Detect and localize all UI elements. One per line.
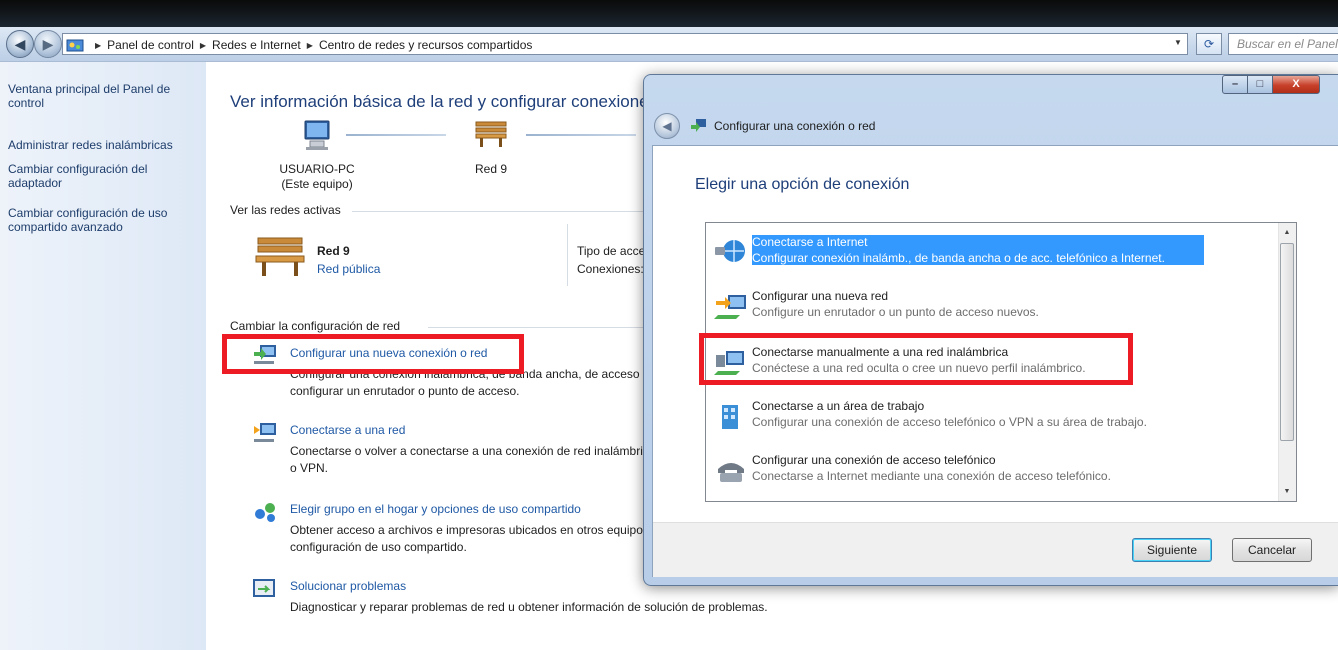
- address-dropdown-icon[interactable]: ▼: [1174, 38, 1182, 47]
- sidebar-item-control-panel-home[interactable]: Ventana principal del Panel de control: [8, 82, 198, 110]
- breadcrumb-item-network-center[interactable]: Centro de redes y recursos compartidos: [319, 38, 532, 52]
- window-top-band: [0, 0, 1338, 27]
- control-panel-icon: [66, 39, 84, 52]
- dialog-back-button[interactable]: ◀: [654, 113, 680, 139]
- task-desc-homegroup: Obtener acceso a archivos e impresoras u…: [290, 523, 648, 537]
- network-node-name: Red 9: [474, 162, 508, 176]
- sidebar-item-manage-wireless[interactable]: Administrar redes inalámbricas: [8, 138, 198, 152]
- list-scrollbar[interactable]: ▲ ▼: [1278, 223, 1296, 501]
- computer-subtitle: (Este equipo): [281, 177, 353, 191]
- option-title: Conectarse a Internet: [752, 235, 868, 249]
- nav-buttons: ◀ ▶: [6, 30, 62, 58]
- active-networks-label: Ver las redes activas: [230, 203, 341, 217]
- dialog-heading: Elegir una opción de conexión: [695, 176, 910, 193]
- divider: [352, 211, 652, 212]
- breadcrumb-item-network-internet[interactable]: Redes e Internet: [212, 38, 301, 52]
- setup-connection-dialog: – □ X ◀ Configurar una conexión o red El…: [643, 74, 1338, 586]
- breadcrumb: ▶ Panel de control ▶ Redes e Internet ▶ …: [66, 36, 532, 54]
- change-settings-label: Cambiar la configuración de red: [230, 319, 401, 333]
- task-link-connect-network[interactable]: Conectarse a una red: [290, 423, 405, 437]
- new-network-icon: [714, 295, 746, 319]
- chevron-right-icon: ▶: [199, 40, 207, 50]
- task-link-homegroup[interactable]: Elegir grupo en el hogar y opciones de u…: [290, 502, 581, 516]
- workplace-icon: [722, 405, 738, 429]
- network-type-link[interactable]: Red pública: [317, 262, 380, 276]
- dialog-footer: Siguiente Cancelar: [653, 522, 1338, 577]
- list-item[interactable]: Configurar una nueva red Configure un en…: [708, 281, 1274, 331]
- annotation-highlight-box: [699, 333, 1133, 385]
- breadcrumb-item-control-panel[interactable]: Panel de control: [107, 38, 194, 52]
- dialog-title: Configurar una conexión o red: [714, 119, 876, 133]
- cancel-button[interactable]: Cancelar: [1232, 538, 1312, 562]
- option-desc: Configurar una conexión de acceso telefó…: [752, 415, 1147, 429]
- option-desc: Conectarse a Internet mediante una conex…: [752, 469, 1111, 483]
- sidebar-item-advanced-sharing[interactable]: Cambiar configuración de uso compartido …: [8, 206, 198, 234]
- network-node: Red 9: [454, 162, 528, 177]
- next-button[interactable]: Siguiente: [1132, 538, 1212, 562]
- task-desc-new-connection-2: configurar un enrutador o punto de acces…: [290, 384, 520, 398]
- task-desc-homegroup-2: configuración de uso compartido.: [290, 540, 467, 554]
- list-item[interactable]: Conectarse a un área de trabajo Configur…: [708, 391, 1274, 441]
- bench-icon: [475, 121, 507, 147]
- close-button[interactable]: X: [1272, 75, 1320, 94]
- task-link-troubleshoot[interactable]: Solucionar problemas: [290, 579, 406, 593]
- chevron-right-icon: ▶: [306, 40, 313, 50]
- connect-network-icon: [254, 423, 276, 442]
- sidebar: Ventana principal del Panel de control A…: [0, 62, 206, 650]
- page-title: Ver información básica de la red y confi…: [230, 92, 658, 111]
- option-desc: Configure un enrutador o un punto de acc…: [752, 305, 1039, 319]
- task-desc-troubleshoot: Diagnosticar y reparar problemas de red …: [290, 600, 768, 614]
- back-button[interactable]: ◀: [6, 30, 34, 58]
- vertical-divider: [567, 224, 568, 286]
- sidebar-item-adapter-settings[interactable]: Cambiar configuración del adaptador: [8, 162, 198, 190]
- connections-label: Conexiones:: [577, 262, 644, 276]
- chevron-right-icon: ▶: [95, 40, 102, 50]
- computer-name: USUARIO-PC: [279, 162, 355, 176]
- option-desc: Configurar conexión inalámb., de banda a…: [752, 251, 1165, 265]
- task-desc-connect-network-2: o VPN.: [290, 461, 329, 475]
- forward-button[interactable]: ▶: [34, 30, 62, 58]
- task-desc-connect-network: Conectarse o volver a conectarse a una c…: [290, 444, 648, 458]
- minimize-button[interactable]: –: [1222, 75, 1248, 94]
- scroll-up-icon[interactable]: ▲: [1279, 224, 1295, 241]
- refresh-button[interactable]: ⟳: [1196, 33, 1222, 55]
- scroll-down-icon[interactable]: ▼: [1279, 483, 1295, 500]
- list-item[interactable]: Configurar una conexión de acceso telefó…: [708, 445, 1274, 495]
- annotation-highlight-box: [222, 334, 524, 374]
- list-item[interactable]: Conectarse a Internet Configurar conexió…: [708, 227, 1274, 277]
- troubleshoot-icon: [253, 579, 275, 597]
- globe-icon: [715, 240, 745, 262]
- option-title: Configurar una nueva red: [752, 289, 889, 303]
- divider: [428, 327, 668, 328]
- option-title: Conectarse a un área de trabajo: [752, 399, 925, 413]
- computer-icon: [304, 120, 330, 150]
- homegroup-icon: [255, 503, 275, 522]
- network-setup-icon: [691, 119, 706, 132]
- maximize-button[interactable]: □: [1247, 75, 1273, 94]
- search-input[interactable]: Buscar en el Panel de control: [1228, 33, 1338, 55]
- scroll-thumb[interactable]: [1280, 243, 1294, 441]
- computer-node: USUARIO-PC (Este equipo): [252, 162, 382, 192]
- network-link-line: [346, 134, 446, 136]
- bench-icon-large: [255, 237, 305, 276]
- active-network-name: Red 9: [317, 244, 350, 258]
- network-link-line-2: [526, 134, 636, 136]
- option-title: Configurar una conexión de acceso telefó…: [752, 453, 996, 467]
- dialup-phone-icon: [718, 463, 744, 482]
